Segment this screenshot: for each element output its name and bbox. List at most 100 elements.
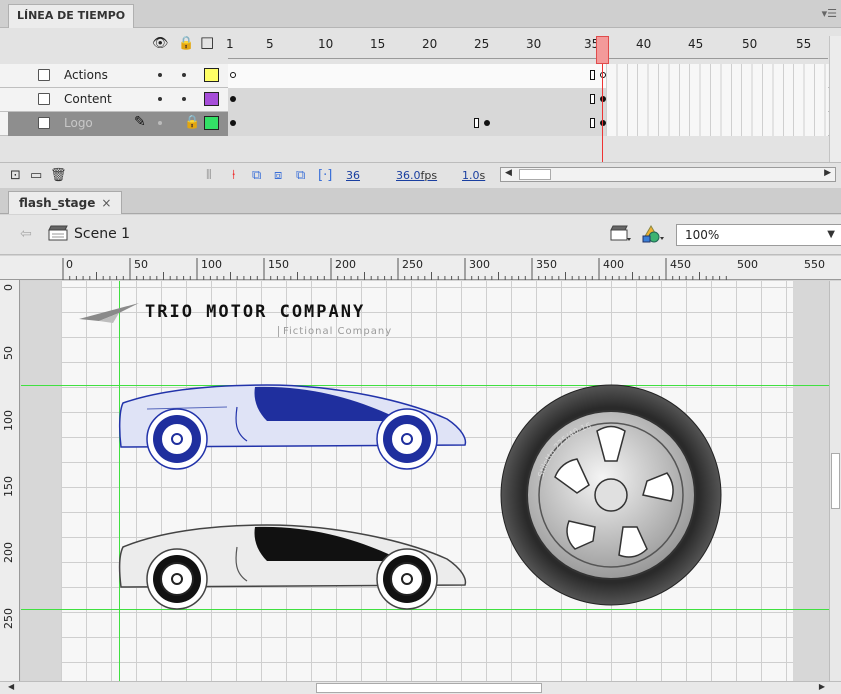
- frame-end-marker[interactable]: [590, 94, 595, 104]
- layer-name[interactable]: Logo: [64, 116, 93, 130]
- keyframe[interactable]: [230, 96, 236, 102]
- empty-keyframe[interactable]: [230, 72, 236, 78]
- tab-flash-stage[interactable]: flash_stage ×: [8, 191, 123, 214]
- fps-unit: fps: [420, 169, 438, 182]
- guide-vertical[interactable]: [119, 281, 120, 681]
- ruler-left[interactable]: 0 50 100 150 200 250: [0, 280, 20, 682]
- lock-dot[interactable]: [182, 97, 186, 101]
- trash-icon[interactable]: 🗑: [50, 168, 67, 183]
- ruler-top[interactable]: 0 50 100 150 200 250 300 350 400 450 500…: [0, 256, 841, 280]
- elapsed-value[interactable]: 1.0: [462, 169, 480, 182]
- scene-label[interactable]: Scene 1: [74, 226, 130, 242]
- scroll-thumb[interactable]: [831, 453, 840, 509]
- layer-header[interactable]: Actions: [8, 64, 228, 88]
- scroll-left-icon[interactable]: ◀: [8, 682, 14, 691]
- layer-row-actions[interactable]: Actions: [0, 64, 841, 88]
- new-folder-icon[interactable]: ▭: [30, 168, 42, 183]
- logo-title[interactable]: TRIO MOTOR COMPANY: [145, 302, 365, 322]
- ruler-label: 400: [603, 258, 624, 271]
- onion-outline-icon[interactable]: ⧈: [274, 168, 282, 183]
- gray-car-graphic[interactable]: [117, 519, 473, 611]
- frame-end-marker[interactable]: [590, 70, 595, 80]
- layer-color-swatch[interactable]: [204, 92, 219, 106]
- layer-header[interactable]: Content: [8, 88, 228, 112]
- layer-name[interactable]: Content: [64, 92, 112, 106]
- visibility-dot[interactable]: [158, 121, 162, 125]
- onion-skin-icon[interactable]: ⧉: [252, 168, 261, 183]
- zoom-select[interactable]: 100% ▼: [676, 224, 841, 246]
- center-frame-icon[interactable]: ⍿: [232, 168, 235, 183]
- visibility-dot[interactable]: [158, 73, 162, 77]
- chevron-down-icon[interactable]: ▼: [827, 229, 835, 240]
- resize-grip-icon[interactable]: ⦀: [206, 168, 212, 183]
- scroll-left-icon[interactable]: ◀: [505, 168, 512, 178]
- ruler-label: 150: [268, 258, 289, 271]
- lock-icon[interactable]: 🔒: [178, 36, 194, 51]
- stage-vscroll[interactable]: [829, 281, 841, 681]
- scroll-thumb[interactable]: [316, 683, 542, 693]
- layer-row-content[interactable]: Content: [0, 88, 841, 112]
- tab-label[interactable]: flash_stage: [19, 196, 95, 210]
- empty-frames[interactable]: [606, 64, 828, 88]
- stage-hscroll[interactable]: ◀ ▶: [0, 681, 841, 694]
- outline-icon[interactable]: □: [200, 33, 214, 51]
- empty-frames[interactable]: [606, 112, 828, 136]
- timeline-vscroll[interactable]: [829, 36, 841, 164]
- ruler-label: 100: [201, 258, 222, 271]
- logo-subtitle[interactable]: Fictional Company: [278, 326, 392, 337]
- timeline-panel: LÍNEA DE TIEMPO ▾☰ 👁 🔒 □ 1 5 10 15 20 25…: [0, 0, 841, 188]
- layer-name[interactable]: Actions: [64, 68, 108, 82]
- edit-bar: ⇦ Scene 1 100% ▼: [0, 215, 841, 255]
- frames-area[interactable]: [228, 64, 828, 88]
- keyframe[interactable]: [230, 120, 236, 126]
- current-frame[interactable]: 36: [346, 169, 360, 182]
- frame-rate-value[interactable]: 36.0: [396, 169, 421, 182]
- timeline-tabbar: LÍNEA DE TIEMPO ▾☰: [0, 0, 841, 28]
- frame-number: 50: [742, 37, 758, 51]
- layer-header[interactable]: Logo ✎ 🔒: [8, 112, 228, 136]
- swoosh-logo-icon[interactable]: [79, 301, 143, 325]
- scroll-thumb[interactable]: [519, 169, 551, 180]
- pasteboard[interactable]: TRIO MOTOR COMPANY Fictional Company Sti…: [21, 281, 829, 681]
- panel-menu-icon[interactable]: ▾☰: [822, 7, 837, 20]
- edit-multiple-frames-icon[interactable]: ⧉: [296, 168, 305, 183]
- scroll-right-icon[interactable]: ▶: [819, 682, 825, 691]
- tire-graphic[interactable]: Stiletto 225/40-16: [497, 381, 725, 609]
- edit-symbols-icon[interactable]: [640, 224, 666, 244]
- layer-color-swatch[interactable]: [204, 68, 219, 82]
- elapsed-time[interactable]: 1.0s: [462, 169, 485, 182]
- frames-area[interactable]: [228, 112, 828, 136]
- frame-number: 45: [688, 37, 704, 51]
- layer-color-swatch[interactable]: [204, 116, 219, 130]
- lock-dot[interactable]: [182, 73, 186, 77]
- keyframe[interactable]: [484, 120, 490, 126]
- lock-icon[interactable]: 🔒: [184, 115, 200, 130]
- close-icon[interactable]: ×: [101, 196, 111, 210]
- frames-area[interactable]: [228, 88, 828, 112]
- tab-timeline[interactable]: LÍNEA DE TIEMPO: [8, 4, 135, 28]
- visibility-dot[interactable]: [158, 97, 162, 101]
- frame-number: 15: [370, 37, 386, 51]
- frame-rate[interactable]: 36.0fps: [396, 169, 437, 182]
- timeline-header: 👁 🔒 □ 1 5 10 15 20 25 30 35 40 45 50 55: [0, 28, 841, 61]
- frame-number: 55: [796, 37, 812, 51]
- timeline-hscroll[interactable]: ◀ ▶: [500, 167, 836, 182]
- playhead-line: [602, 64, 603, 168]
- ruler-label: 200: [335, 258, 356, 271]
- ruler-label: 50: [2, 346, 15, 360]
- new-layer-icon[interactable]: ⊡: [10, 168, 21, 183]
- eye-icon[interactable]: 👁: [152, 36, 169, 51]
- ruler-label: 350: [536, 258, 557, 271]
- playhead[interactable]: [596, 36, 609, 64]
- ruler-label: 0: [2, 284, 15, 291]
- onion-markers-icon[interactable]: [·]: [318, 168, 332, 183]
- edit-scene-icon[interactable]: [610, 225, 632, 243]
- layer-row-logo[interactable]: Logo ✎ 🔒: [0, 112, 841, 136]
- frame-end-marker[interactable]: [474, 118, 479, 128]
- frame-end-marker[interactable]: [590, 118, 595, 128]
- blue-car-graphic[interactable]: [117, 381, 473, 473]
- scroll-right-icon[interactable]: ▶: [824, 168, 831, 178]
- empty-frames[interactable]: [606, 88, 828, 112]
- frame-ruler[interactable]: [228, 53, 828, 59]
- back-arrow-icon[interactable]: ⇦: [20, 226, 32, 242]
